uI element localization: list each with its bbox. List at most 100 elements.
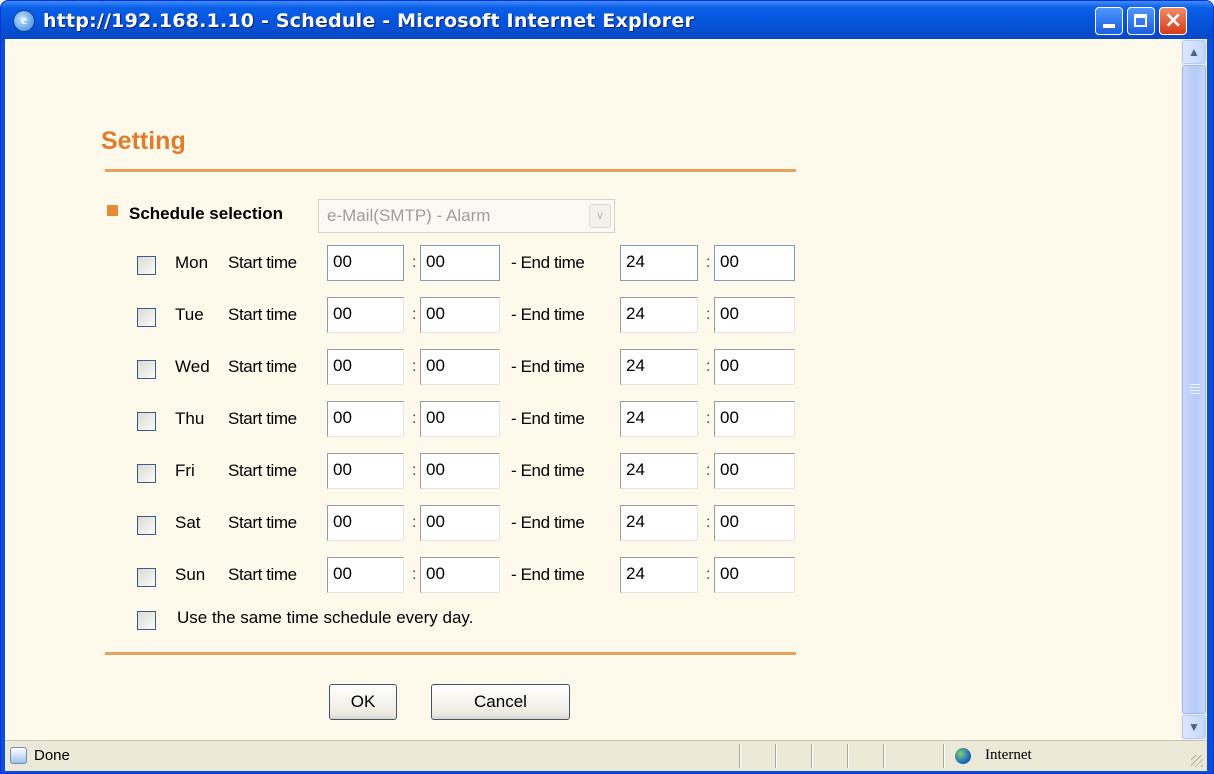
start-hour-input[interactable]: 00 (327, 453, 404, 489)
status-separator (943, 744, 944, 768)
start-minute-input[interactable]: 00 (420, 453, 500, 489)
schedule-selection-dropdown[interactable]: e-Mail(SMTP) - Alarm ∨ (318, 199, 615, 233)
resize-grip-icon[interactable] (1191, 755, 1203, 767)
day-checkbox-fri[interactable] (137, 464, 156, 483)
end-minute-input[interactable]: 00 (714, 505, 795, 541)
start-minute-input[interactable]: 00 (420, 557, 500, 593)
start-minute-input[interactable]: 00 (420, 245, 500, 281)
day-checkbox-thu[interactable] (137, 412, 156, 431)
schedule-row-wed: Wed Start time 00 : 00 - End time 24 : 0… (5, 347, 805, 387)
title-bar[interactable]: e http://192.168.1.10 - Schedule - Micro… (1, 1, 1213, 39)
time-colon: : (412, 306, 417, 323)
day-label: Wed (175, 357, 210, 376)
end-hour-input[interactable]: 24 (620, 297, 698, 333)
end-hour-input[interactable]: 24 (620, 245, 698, 281)
maximize-button[interactable] (1127, 7, 1155, 35)
start-minute-input[interactable]: 00 (420, 297, 500, 333)
grip-line (1190, 390, 1200, 391)
bullet-square-icon (107, 205, 118, 216)
schedule-row-sat: Sat Start time 00 : 00 - End time 24 : 0… (5, 503, 805, 543)
page-title: Setting (101, 127, 186, 155)
start-time-label: Start time (228, 565, 297, 584)
time-colon: : (412, 358, 417, 375)
end-time-label: - End time (511, 305, 585, 324)
day-label: Mon (175, 253, 209, 272)
time-colon: : (412, 410, 417, 427)
end-time-label: - End time (511, 461, 585, 480)
page-content: Setting Schedule selection e-Mail(SMTP) … (5, 39, 1181, 740)
scroll-thumb[interactable] (1182, 65, 1206, 714)
start-minute-input[interactable]: 00 (420, 349, 500, 385)
end-minute-input[interactable]: 00 (714, 349, 795, 385)
chevron-down-icon[interactable]: ∨ (589, 204, 611, 228)
end-hour-input[interactable]: 24 (620, 505, 698, 541)
end-time-label: - End time (511, 253, 585, 272)
scroll-up-button[interactable]: ▲ (1182, 40, 1206, 64)
end-hour-input[interactable]: 24 (620, 557, 698, 593)
day-checkbox-mon[interactable] (137, 256, 156, 275)
start-hour-input[interactable]: 00 (327, 297, 404, 333)
start-time-label: Start time (228, 409, 297, 428)
schedule-selection-label: Schedule selection (129, 204, 283, 223)
end-hour-input[interactable]: 24 (620, 401, 698, 437)
end-minute-input[interactable]: 00 (714, 297, 795, 333)
end-minute-input[interactable]: 00 (714, 245, 795, 281)
day-label: Sat (175, 513, 201, 532)
day-checkbox-sun[interactable] (137, 568, 156, 587)
end-time-label: - End time (511, 357, 585, 376)
time-colon: : (706, 410, 711, 427)
bottom-divider (105, 652, 796, 655)
schedule-selection-value: e-Mail(SMTP) - Alarm (327, 206, 491, 225)
window-title: http://192.168.1.10 - Schedule - Microso… (43, 10, 695, 32)
time-colon: : (706, 358, 711, 375)
status-separator (811, 744, 812, 768)
cancel-button[interactable]: Cancel (431, 684, 570, 720)
internet-zone-icon (955, 748, 971, 764)
security-zone-text: Internet (985, 747, 1032, 763)
ok-button[interactable]: OK (329, 684, 397, 720)
start-time-label: Start time (228, 357, 297, 376)
day-label: Tue (175, 305, 204, 324)
grip-line (1190, 387, 1200, 388)
scroll-down-button[interactable]: ▼ (1182, 715, 1206, 739)
start-hour-input[interactable]: 00 (327, 401, 404, 437)
time-colon: : (706, 514, 711, 531)
end-time-label: - End time (511, 409, 585, 428)
start-hour-input[interactable]: 00 (327, 245, 404, 281)
schedule-row-mon: Mon Start time 00 : 00 - End time 24 : 0… (5, 243, 805, 283)
end-minute-input[interactable]: 00 (714, 453, 795, 489)
status-bar: Done Internet (5, 740, 1207, 771)
end-minute-input[interactable]: 00 (714, 401, 795, 437)
close-button[interactable]: × (1159, 7, 1187, 35)
page-done-icon (10, 747, 27, 764)
status-separator (847, 744, 848, 768)
day-checkbox-tue[interactable] (137, 308, 156, 327)
end-hour-input[interactable]: 24 (620, 349, 698, 385)
start-hour-input[interactable]: 00 (327, 349, 404, 385)
top-divider (105, 169, 796, 172)
schedule-row-fri: Fri Start time 00 : 00 - End time 24 : 0… (5, 451, 805, 491)
same-schedule-checkbox[interactable] (137, 611, 156, 630)
day-label: Fri (175, 461, 195, 480)
time-colon: : (706, 306, 711, 323)
time-colon: : (412, 566, 417, 583)
end-minute-input[interactable]: 00 (714, 557, 795, 593)
start-hour-input[interactable]: 00 (327, 505, 404, 541)
close-icon: × (1164, 8, 1183, 33)
start-hour-input[interactable]: 00 (327, 557, 404, 593)
day-checkbox-sat[interactable] (137, 516, 156, 535)
day-checkbox-wed[interactable] (137, 360, 156, 379)
end-time-label: - End time (511, 513, 585, 532)
minimize-button[interactable] (1095, 7, 1123, 35)
day-label: Thu (175, 409, 205, 428)
vertical-scrollbar[interactable]: ▲ ▼ (1181, 39, 1207, 740)
page-client-area: Setting Schedule selection e-Mail(SMTP) … (5, 39, 1207, 740)
end-time-label: - End time (511, 565, 585, 584)
start-minute-input[interactable]: 00 (420, 505, 500, 541)
start-time-label: Start time (228, 253, 297, 272)
time-colon: : (412, 514, 417, 531)
time-colon: : (706, 462, 711, 479)
status-separator (883, 744, 884, 768)
end-hour-input[interactable]: 24 (620, 453, 698, 489)
start-minute-input[interactable]: 00 (420, 401, 500, 437)
